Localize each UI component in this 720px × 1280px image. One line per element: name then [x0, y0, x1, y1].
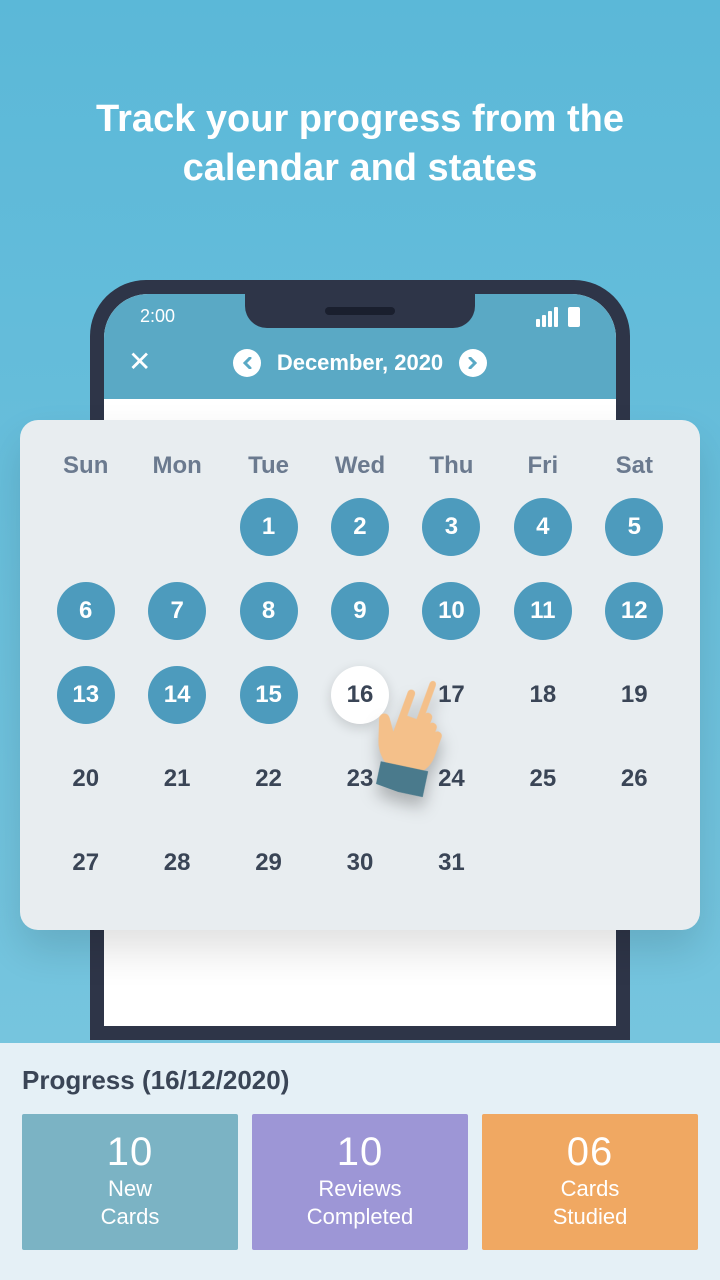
calendar-day[interactable]: 13 [57, 666, 115, 724]
calendar-day[interactable]: 5 [605, 498, 663, 556]
stat-reviews-completed[interactable]: 10 ReviewsCompleted [252, 1114, 468, 1250]
stat-value: 10 [30, 1130, 230, 1175]
calendar-day[interactable]: 26 [605, 750, 663, 808]
weekday-label: Thu [406, 452, 497, 480]
calendar-day[interactable]: 6 [57, 582, 115, 640]
headline: Track your progress from the calendar an… [0, 0, 720, 194]
stat-value: 06 [490, 1130, 690, 1175]
calendar-day[interactable]: 19 [605, 666, 663, 724]
calendar-day[interactable]: 10 [422, 582, 480, 640]
calendar-card: SunMonTueWedThuFriSat 123456789101112131… [20, 420, 700, 930]
calendar-week-row: 27 28 29 30 31 [40, 834, 680, 892]
calendar-day[interactable]: 9 [331, 582, 389, 640]
calendar-day[interactable]: 21 [148, 750, 206, 808]
weekday-label: Mon [131, 452, 222, 480]
stat-label: CardsStudied [490, 1175, 690, 1230]
phone-notch [245, 294, 475, 328]
calendar-day-empty [605, 834, 663, 892]
calendar-day[interactable]: 27 [57, 834, 115, 892]
calendar-day-empty [57, 498, 115, 556]
close-icon[interactable]: ✕ [128, 345, 151, 378]
status-icons [536, 307, 580, 327]
progress-panel: Progress (16/12/2020) 10 NewCards 10 Rev… [0, 1043, 720, 1280]
calendar-day[interactable]: 31 [422, 834, 480, 892]
stat-value: 10 [260, 1130, 460, 1175]
calendar-week-row: 6789 10 11 12 [40, 582, 680, 640]
weekday-label: Wed [314, 452, 405, 480]
signal-icon [536, 307, 558, 327]
calendar-week-row: 12345 [40, 498, 680, 556]
next-month-button[interactable] [459, 349, 487, 377]
status-time: 2:00 [140, 306, 175, 327]
battery-icon [568, 307, 580, 327]
stat-new-cards[interactable]: 10 NewCards [22, 1114, 238, 1250]
weekday-label: Sat [589, 452, 680, 480]
calendar-week-row: 13141516171819 [40, 666, 680, 724]
calendar-day[interactable]: 2 [331, 498, 389, 556]
calendar-day[interactable]: 25 [514, 750, 572, 808]
calendar-day[interactable]: 7 [148, 582, 206, 640]
calendar-day[interactable]: 3 [422, 498, 480, 556]
calendar-day[interactable]: 4 [514, 498, 572, 556]
calendar-day-empty [514, 834, 572, 892]
calendar-day[interactable]: 29 [240, 834, 298, 892]
calendar-day[interactable]: 18 [514, 666, 572, 724]
calendar-day[interactable]: 11 [514, 582, 572, 640]
weekday-label: Fri [497, 452, 588, 480]
prev-month-button[interactable] [233, 349, 261, 377]
calendar-day[interactable]: 14 [148, 666, 206, 724]
calendar-day[interactable]: 1 [240, 498, 298, 556]
stat-label: ReviewsCompleted [260, 1175, 460, 1230]
progress-title: Progress (16/12/2020) [22, 1065, 698, 1096]
weekday-label: Sun [40, 452, 131, 480]
calendar-day[interactable]: 20 [57, 750, 115, 808]
chevron-left-icon [242, 357, 252, 369]
month-label: December, 2020 [277, 350, 443, 376]
stat-label: NewCards [30, 1175, 230, 1230]
weekday-label: Tue [223, 452, 314, 480]
calendar-day[interactable]: 15 [240, 666, 298, 724]
calendar-day-empty [148, 498, 206, 556]
calendar-day[interactable]: 30 [331, 834, 389, 892]
calendar-day[interactable]: 28 [148, 834, 206, 892]
chevron-right-icon [468, 357, 478, 369]
calendar-day[interactable]: 8 [240, 582, 298, 640]
weekday-header-row: SunMonTueWedThuFriSat [40, 452, 680, 480]
stat-cards-studied[interactable]: 06 CardsStudied [482, 1114, 698, 1250]
calendar-day[interactable]: 22 [240, 750, 298, 808]
calendar-day[interactable]: 12 [605, 582, 663, 640]
